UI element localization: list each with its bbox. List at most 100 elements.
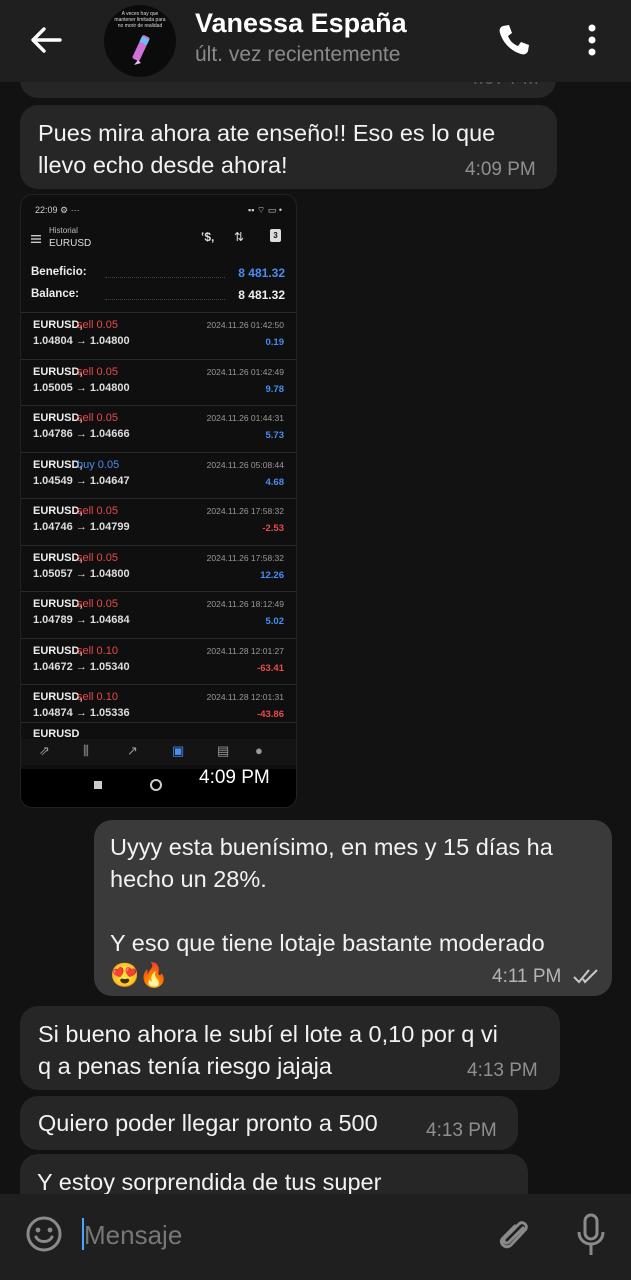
avatar-caption: A veces hay que mantener limitada para n… <box>114 11 166 29</box>
history-inbox-icon: ▣ <box>172 743 185 758</box>
symbol-label: EURUSD <box>49 238 92 249</box>
contact-status: últ. vez recientemente <box>195 43 401 66</box>
trade-symbol: EURUSD, <box>33 319 83 331</box>
trade-symbol: EURUSD, <box>33 458 83 471</box>
message-text: Quiero poder llegar pronto a 500 <box>38 1110 378 1136</box>
message-time: 4:13 PM <box>467 1060 538 1081</box>
trade-date: 2024.11.26 17:58:32 <box>206 506 284 516</box>
dotted-leader <box>105 290 225 300</box>
trade-date: 2024.11.28 12:01:27 <box>206 645 284 656</box>
hamburger-menu-icon <box>31 235 41 243</box>
trade-date: 2024.11.26 18:12:49 <box>206 599 284 609</box>
message-time: 4:11 PM <box>492 966 562 987</box>
trade-prices: 1.04549 → 1.04647 <box>33 474 130 487</box>
trade-icon: ↗ <box>127 743 138 758</box>
message-bubble-incoming[interactable]: Quiero poder llegar pronto a 500 4:13 PM <box>20 1096 518 1150</box>
trade-prices: 1.04786 → 1.04666 <box>33 428 130 440</box>
double-check-read-icon <box>573 969 598 984</box>
chat-icon: ● <box>255 743 263 758</box>
trade-prices: 1.05057 → 1.04800 <box>33 567 130 580</box>
trade-date: 2024.11.26 01:42:50 <box>206 320 284 330</box>
trade-row: EURUSD, sell 0.05 1.04789 → 1.04684 2024.11… <box>21 591 296 638</box>
trade-profit: -2.53 <box>262 523 284 534</box>
contact-name[interactable]: Vanessa España <box>195 8 407 39</box>
back-arrow-icon[interactable] <box>26 20 66 60</box>
message-text: Pues mira ahora ate enseño!! Eso es lo q… <box>38 120 496 178</box>
message-bubble-incoming[interactable]: Si bueno ahora le subí el lote a 0,10 po… <box>20 1006 560 1090</box>
calendar-icon: 3 <box>270 229 281 242</box>
chat-header: A veces hay que mantener limitada para n… <box>0 0 631 82</box>
trade-profit: 12.26 <box>260 569 284 581</box>
message-input-bar: Mensaje <box>0 1194 631 1280</box>
trade-symbol: EURUSD, <box>33 691 83 703</box>
pen-icon <box>132 35 150 65</box>
trade-symbol: EURUSD, <box>33 644 83 657</box>
app-bottom-nav: ⇗ ⫼ ↗ ▣ ▤ ● <box>21 739 296 765</box>
beneficio-value: 8 481.32 <box>238 266 285 280</box>
message-input[interactable]: Mensaje <box>84 1220 182 1251</box>
trade-side: sell 0.05 <box>77 551 118 564</box>
status-bar-icons: ▪▪ ⌔ ▭ • <box>248 205 282 215</box>
balance-label: Balance: <box>31 288 79 300</box>
trade-row: EURUSD, sell 0.05 1.04746 → 1.04799 2024.11… <box>21 498 296 545</box>
trade-side: sell 0.10 <box>77 644 118 657</box>
trade-row: EURUSD, sell 0.05 1.04804 → 1.04800 2024.11… <box>21 312 296 359</box>
trade-prices: 1.04874 → 1.05336 <box>33 707 130 719</box>
message-text: Y estoy sorprendida de tus super <box>37 1169 382 1194</box>
currency-icon: ‛$, <box>201 230 215 244</box>
trade-symbol: EURUSD, <box>33 365 83 378</box>
trade-row: EURUSD, sell 0.10 1.04672 → 1.05340 2024.11… <box>21 637 296 685</box>
trade-profit: -63.41 <box>257 662 284 674</box>
trade-history-list: EURUSD, sell 0.05 1.04804 → 1.04800 2024.11… <box>21 312 296 731</box>
trade-profit: 9.78 <box>265 383 285 395</box>
trade-date: 2024.11.26 01:44:31 <box>206 413 284 423</box>
trade-side: sell 0.05 <box>77 412 118 424</box>
section-title: Historial <box>49 226 78 235</box>
dotted-leader <box>105 268 225 278</box>
avatar[interactable]: A veces hay que mantener limitada para n… <box>104 5 176 77</box>
news-icon: ▤ <box>217 743 230 758</box>
trade-profit: 5.02 <box>265 616 285 627</box>
status-bar-time: 22:09 ⚙ ··· <box>35 205 80 215</box>
more-vertical-icon[interactable] <box>578 18 606 62</box>
trade-side: sell 0.10 <box>77 691 118 703</box>
trade-symbol: EURUSD, <box>33 505 83 517</box>
trade-symbol: EURUSD, <box>33 412 83 424</box>
message-time: 4:13 PM <box>426 1120 497 1141</box>
message-time: 4:09 PM <box>199 767 270 788</box>
paperclip-icon[interactable] <box>496 1214 532 1256</box>
trade-profit: 4.68 <box>265 476 285 488</box>
trade-row: EURUSD, buy 0.05 1.04549 → 1.04647 2024.11.… <box>21 451 296 499</box>
balance-value: 8 481.32 <box>238 288 285 302</box>
phone-call-icon[interactable] <box>494 20 534 60</box>
trade-prices: 1.04789 → 1.04684 <box>33 614 130 626</box>
message-bubble-partial: 4:07 PM <box>20 82 556 98</box>
trade-prices: 1.04672 → 1.05340 <box>33 660 130 673</box>
trade-profit: 5.73 <box>265 430 285 441</box>
beneficio-label: Beneficio: <box>31 266 87 278</box>
trade-row: EURUSD, sell 0.05 1.05057 → 1.04800 2024.11… <box>21 544 296 592</box>
microphone-icon[interactable] <box>574 1212 608 1258</box>
chart-candles-icon: ⫼ <box>83 743 89 758</box>
trade-side: buy 0.05 <box>77 458 120 471</box>
message-bubble-outgoing[interactable]: Uyyy esta buenísimo, en mes y 15 días ha… <box>94 820 612 996</box>
trade-date: 2024.11.26 05:08:44 <box>206 459 284 470</box>
trade-profit: -43.86 <box>257 709 284 720</box>
trade-date: 2024.11.28 12:01:31 <box>206 692 284 702</box>
message-bubble-incoming[interactable]: Y estoy sorprendida de tus super <box>20 1154 528 1194</box>
trade-row: EURUSD, sell 0.05 1.04786 → 1.04666 2024.11… <box>21 405 296 452</box>
emoji-icon[interactable] <box>24 1214 64 1254</box>
trade-symbol: EURUSD, <box>33 551 83 564</box>
message-time: 4:09 PM <box>465 159 536 180</box>
trade-symbol: EURUSD, <box>33 598 83 610</box>
message-time: 4:07 PM <box>468 82 539 90</box>
message-list[interactable]: 4:07 PM Pues mira ahora ate enseño!! Eso… <box>0 82 631 1194</box>
quotes-icon: ⇗ <box>39 743 50 758</box>
trade-date: 2024.11.26 17:58:32 <box>206 552 284 563</box>
message-bubble-incoming[interactable]: Pues mira ahora ate enseño!! Eso es lo q… <box>20 105 557 189</box>
image-message[interactable]: 22:09 ⚙ ··· ▪▪ ⌔ ▭ • Historial EURUSD ‛$… <box>20 194 297 808</box>
trade-profit: 0.19 <box>265 337 285 348</box>
message-text: Si bueno ahora le subí el lote a 0,10 po… <box>38 1021 498 1079</box>
trade-row-partial: EURUSD <box>21 722 296 740</box>
trade-row: EURUSD, sell 0.05 1.05005 → 1.04800 2024.11… <box>21 358 296 406</box>
